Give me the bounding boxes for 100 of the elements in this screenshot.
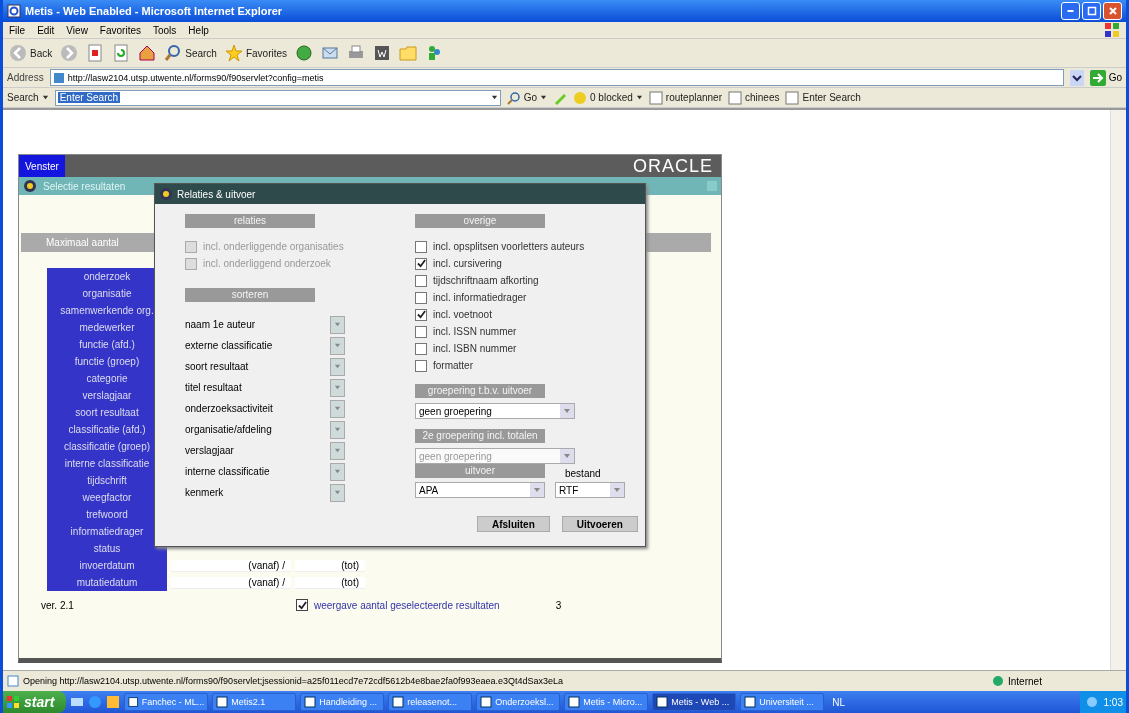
- search-link-button[interactable]: chinees: [728, 90, 780, 105]
- taskbar-button[interactable]: Onderzoeksl...: [476, 693, 561, 711]
- option-label: incl. voetnoot: [433, 309, 492, 320]
- search-field[interactable]: Enter Search: [54, 89, 501, 106]
- close-button[interactable]: [1103, 2, 1122, 20]
- window-title: Metis - Web Enabled - Microsoft Internet Explorer: [25, 5, 283, 17]
- date-from-field[interactable]: (vanaf) /: [171, 576, 291, 589]
- checkbox[interactable]: [415, 257, 427, 270]
- start-button[interactable]: start: [3, 691, 67, 713]
- taskbar-button[interactable]: Handleiding ...: [300, 693, 385, 711]
- browser-icon[interactable]: [88, 695, 103, 709]
- window-icon: [128, 696, 139, 708]
- menu-item[interactable]: Tools: [153, 24, 177, 36]
- arrow-icon: [1089, 69, 1106, 86]
- tray-icon[interactable]: [1085, 696, 1098, 708]
- taskbar-button[interactable]: Metis2.1: [212, 693, 297, 711]
- sort-field-label: interne classificatie: [185, 466, 271, 477]
- menu-item[interactable]: Help: [188, 24, 209, 36]
- checkbox[interactable]: [415, 274, 427, 287]
- search-link-button[interactable]: routeplanner: [648, 90, 722, 105]
- taskbar-button[interactable]: Universiteit ...: [740, 693, 825, 711]
- option-label: formatter: [433, 360, 473, 371]
- minimize-icon: [1067, 10, 1074, 12]
- checkbox[interactable]: [415, 359, 427, 372]
- media-icon[interactable]: [106, 695, 121, 709]
- checkbox[interactable]: [415, 291, 427, 304]
- popup-blocker-button[interactable]: 0 blocked: [573, 90, 643, 105]
- home-icon[interactable]: [138, 44, 157, 62]
- dialog-button[interactable]: Uitvoeren: [561, 516, 638, 532]
- sort-order-button[interactable]: [329, 441, 345, 460]
- caret-icon: [333, 321, 341, 328]
- checkbox[interactable]: [415, 342, 427, 355]
- minimize-button[interactable]: [1061, 2, 1080, 20]
- taskbar-button[interactable]: Metis - Web ...: [652, 693, 737, 711]
- window-menu-button[interactable]: Venster: [19, 155, 65, 177]
- caret-icon: [41, 94, 49, 101]
- desktop-icon[interactable]: [70, 695, 85, 709]
- taskbar-button[interactable]: Metis - Micro...: [564, 693, 649, 711]
- sort-order-button[interactable]: [329, 483, 345, 502]
- criterion-label[interactable]: status: [47, 540, 167, 557]
- browser-icon: [7, 4, 21, 18]
- taskbar-button[interactable]: Fanchec - ML...: [124, 693, 209, 711]
- section-heading: sorteren: [185, 288, 315, 302]
- date-from-field[interactable]: (vanaf) /: [171, 559, 291, 572]
- close-icon: [1107, 6, 1118, 16]
- criterion-label[interactable]: mutatiedatum: [47, 574, 167, 591]
- caret-icon: [333, 405, 341, 412]
- refresh-icon[interactable]: [112, 44, 131, 62]
- back-button[interactable]: Back: [9, 44, 53, 62]
- file-type-select[interactable]: RTF: [555, 482, 625, 498]
- sort-order-button[interactable]: [329, 336, 345, 355]
- maximize-button[interactable]: [1082, 2, 1101, 20]
- grouping-select[interactable]: geen groepering: [415, 403, 575, 419]
- section-heading: groepering t.b.v. uitvoer: [415, 384, 545, 398]
- sort-order-button[interactable]: [329, 420, 345, 439]
- dialog-button[interactable]: Afsluiten: [477, 516, 550, 532]
- app-icon: [23, 179, 37, 193]
- caret-icon: [540, 94, 548, 101]
- search-menu-button[interactable]: Search: [7, 92, 49, 103]
- go-button[interactable]: Go: [1089, 69, 1122, 86]
- media-icon[interactable]: [295, 44, 314, 62]
- sort-order-button[interactable]: [329, 399, 345, 418]
- caret-icon: [333, 342, 341, 349]
- caret-icon: [333, 384, 341, 391]
- language-indicator[interactable]: NL: [832, 696, 846, 708]
- checkbox[interactable]: [415, 240, 427, 253]
- window-icon: [568, 696, 581, 708]
- search-button[interactable]: Search: [164, 44, 217, 62]
- window-icon: [216, 696, 229, 708]
- sort-order-button[interactable]: [329, 462, 345, 481]
- menu-item[interactable]: File: [9, 24, 26, 36]
- vertical-scrollbar[interactable]: [1110, 110, 1126, 670]
- menu-item[interactable]: Favorites: [99, 24, 141, 36]
- menu-item[interactable]: View: [66, 24, 88, 36]
- sort-order-button[interactable]: [329, 357, 345, 376]
- menu-item[interactable]: Edit: [37, 24, 55, 36]
- stop-icon[interactable]: [86, 44, 105, 62]
- mail-icon[interactable]: [321, 44, 340, 62]
- favorites-button[interactable]: Favorites: [224, 44, 288, 62]
- window-icon: [392, 696, 405, 708]
- address-label: Address: [7, 72, 44, 83]
- checkbox[interactable]: [415, 325, 427, 338]
- forward-button[interactable]: [60, 44, 79, 62]
- date-to-field[interactable]: (tot): [295, 576, 365, 589]
- document-icon[interactable]: [373, 44, 392, 62]
- criterion-label[interactable]: invoerdatum: [47, 557, 167, 574]
- checkbox[interactable]: [415, 308, 427, 321]
- checkbox[interactable]: [296, 599, 308, 611]
- search-go-button[interactable]: Go: [506, 90, 548, 105]
- folder-icon[interactable]: [399, 44, 418, 62]
- sort-order-button[interactable]: [329, 378, 345, 397]
- caret-icon: [635, 94, 643, 101]
- search-icon: [506, 90, 521, 105]
- taskbar-button[interactable]: releasenot...: [388, 693, 473, 711]
- date-to-field[interactable]: (tot): [295, 559, 365, 572]
- sort-order-button[interactable]: [329, 315, 345, 334]
- status-text: Opening http://lasw2104.utsp.utwente.nl/forms90/f90servlet;jsessionid=a25f011ecd7e72cdf5612b4e8bae2fa0f993eaea.e3Qt4dSax3eLa: [23, 676, 563, 686]
- output-format-select[interactable]: APA: [415, 482, 545, 498]
- address-field[interactable]: http://lasw2104.utsp.utwente.nl/forms90/f90servlet?config=metis: [49, 69, 1064, 86]
- search-link-button[interactable]: Enter Search: [785, 90, 861, 105]
